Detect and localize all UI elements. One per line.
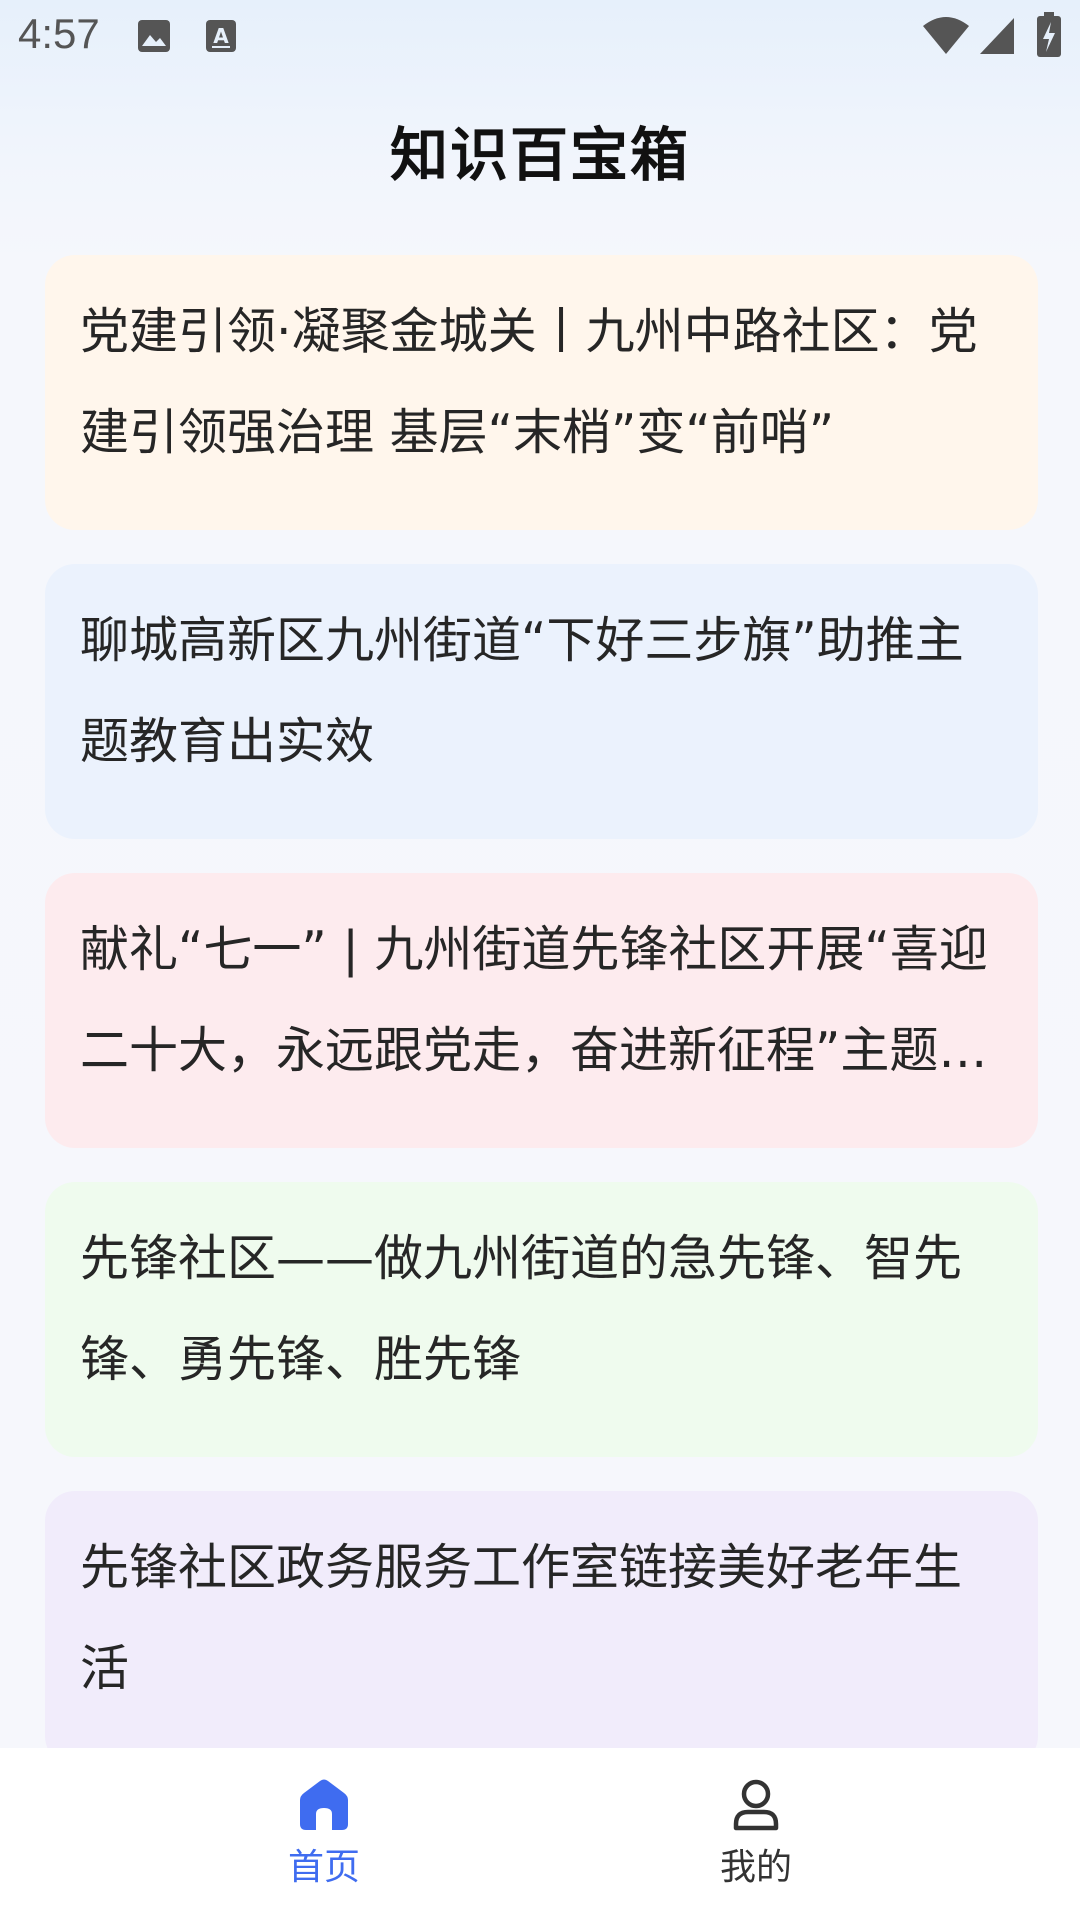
article-title: 党建引领·凝聚金城关丨九州中路社区：党建引领强治理 基层“末梢”变“前哨” <box>80 303 978 461</box>
font-icon: A <box>206 20 236 52</box>
signal-icon <box>980 18 1014 54</box>
battery-charging-icon <box>1037 12 1061 57</box>
user-icon <box>733 1779 779 1831</box>
article-title: 先锋社区——做九州街道的急先锋、智先锋、勇先锋、胜先锋 <box>80 1230 963 1388</box>
nav-mine-label: 我的 <box>719 1847 792 1888</box>
article-card[interactable]: 党建引领·凝聚金城关丨九州中路社区：党建引领强治理 基层“末梢”变“前哨” <box>45 255 1038 530</box>
home-icon <box>300 1779 348 1830</box>
bottom-nav: 首页 我的 <box>0 1748 1080 1920</box>
article-card[interactable]: 献礼“七一” | 九州街道先锋社区开展“喜迎二十大，永远跟党走，奋进新征程”主题… <box>45 873 1038 1148</box>
nav-home[interactable]: 首页 <box>224 1778 424 1890</box>
article-title: 先锋社区政务服务工作室链接美好老年生活 <box>80 1539 963 1697</box>
status-bar: 4:57 A <box>0 0 1080 74</box>
wifi-icon <box>923 17 969 54</box>
nav-home-label: 首页 <box>287 1847 360 1888</box>
article-title: 献礼“七一” | 九州街道先锋社区开展“喜迎二十大，永远跟党走，奋进新征程”主题… <box>80 921 988 1079</box>
article-card[interactable]: 先锋社区政务服务工作室链接美好老年生活 <box>45 1491 1038 1766</box>
status-time: 4:57 <box>18 10 100 57</box>
nav-mine[interactable]: 我的 <box>656 1778 856 1890</box>
article-card[interactable]: 先锋社区——做九州街道的急先锋、智先锋、勇先锋、胜先锋 <box>45 1182 1038 1457</box>
page-title: 知识百宝箱 <box>389 121 690 189</box>
svg-text:A: A <box>213 24 229 48</box>
article-title: 聊城高新区九州街道“下好三步旗”助推主题教育出实效 <box>80 612 964 770</box>
article-card[interactable]: 聊城高新区九州街道“下好三步旗”助推主题教育出实效 <box>45 564 1038 839</box>
image-icon <box>138 20 170 52</box>
article-list: 党建引领·凝聚金城关丨九州中路社区：党建引领强治理 基层“末梢”变“前哨” 聊城… <box>45 255 1038 1800</box>
